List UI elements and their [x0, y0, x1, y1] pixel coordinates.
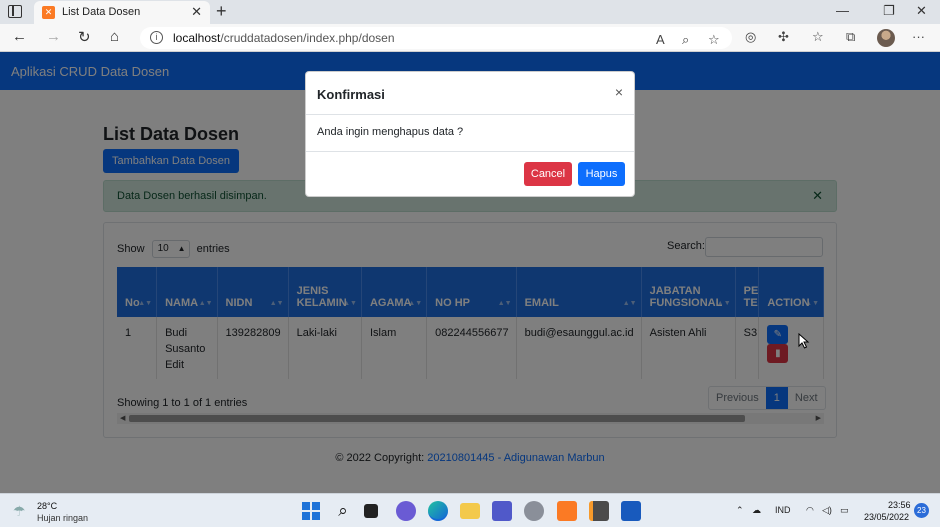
url-text: localhost/cruddatadosen/index.php/dosen	[173, 31, 395, 45]
page-viewport: Aplikasi CRUD Data Dosen List Data Dosen…	[0, 52, 940, 493]
collections-icon[interactable]: ⧉	[846, 29, 855, 45]
url-field[interactable]: i localhost/cruddatadosen/index.php/dose…	[140, 27, 732, 49]
mouse-cursor-icon	[798, 333, 810, 349]
home-icon[interactable]: ⌂	[110, 28, 119, 45]
profile-avatar[interactable]	[877, 29, 895, 47]
favorites-icon[interactable]: ☆	[812, 29, 824, 45]
modal-divider	[306, 114, 634, 115]
browser-tab[interactable]: ✕ List Data Dosen ✕	[34, 1, 210, 24]
modal-divider	[306, 151, 634, 152]
extension-icon[interactable]: ◎	[745, 29, 756, 45]
xampp-icon[interactable]	[557, 501, 577, 521]
task-view-icon[interactable]	[364, 504, 378, 518]
start-icon[interactable]	[301, 501, 321, 521]
word-icon[interactable]	[621, 501, 641, 521]
modal-close-icon[interactable]: ×	[615, 84, 623, 100]
file-explorer-icon[interactable]	[460, 503, 480, 519]
address-bar-row: ← → ↻ ⌂ i localhost/cruddatadosen/index.…	[0, 24, 940, 52]
modal-title: Konfirmasi	[317, 87, 385, 102]
language-indicator[interactable]: IND	[775, 505, 791, 515]
confirm-modal: Konfirmasi × Anda ingin menghapus data ?…	[305, 71, 635, 197]
xampp-favicon-icon: ✕	[42, 6, 55, 19]
weather-temperature[interactable]: 28°C	[37, 501, 57, 511]
hapus-button[interactable]: Hapus	[578, 162, 625, 186]
battery-icon[interactable]: ▭	[840, 505, 849, 516]
tray-chevron-icon[interactable]: ⌃	[736, 505, 744, 516]
edge-icon[interactable]	[428, 501, 448, 521]
more-menu-icon[interactable]: ···	[912, 29, 925, 44]
weather-rain-icon[interactable]: ☂	[13, 503, 26, 520]
forward-icon[interactable]: →	[46, 28, 61, 45]
settings-gear-icon[interactable]	[524, 501, 544, 521]
wifi-icon[interactable]: ◠	[806, 505, 814, 516]
close-window-icon[interactable]: ✕	[916, 3, 927, 19]
onedrive-icon[interactable]: ☁	[752, 505, 761, 516]
restore-icon[interactable]: ❐	[883, 3, 895, 19]
teams-icon[interactable]	[492, 501, 512, 521]
read-aloud-icon[interactable]: A	[656, 32, 665, 47]
minimize-icon[interactable]: —	[836, 3, 849, 18]
puzzle-icon[interactable]: ✣	[778, 29, 789, 45]
back-icon[interactable]: ←	[12, 28, 27, 45]
browser-tab-bar: ✕ List Data Dosen ✕ + — ❐ ✕	[0, 0, 940, 24]
refresh-icon[interactable]: ↻	[78, 28, 91, 46]
sublime-text-icon[interactable]	[589, 501, 609, 521]
tab-close-icon[interactable]: ✕	[191, 4, 202, 20]
weather-description[interactable]: Hujan ringan	[37, 513, 88, 523]
search-icon[interactable]: ⌕	[333, 501, 353, 521]
modal-message: Anda ingin menghapus data ?	[317, 126, 464, 138]
zoom-icon[interactable]: ⌕	[682, 32, 689, 48]
chat-icon[interactable]	[396, 501, 416, 521]
clock-time[interactable]: 23:56	[888, 500, 911, 510]
notification-badge[interactable]: 23	[914, 503, 929, 518]
clock-date[interactable]: 23/05/2022	[864, 512, 909, 522]
site-info-icon[interactable]: i	[150, 31, 163, 44]
volume-icon[interactable]: ◁)	[822, 505, 832, 516]
tab-actions-icon[interactable]	[8, 5, 22, 18]
windows-taskbar: ☂ 28°C Hujan ringan ⌕ ⌃ ☁ IND ◠ ◁) ▭ 23:…	[0, 493, 940, 527]
cancel-button[interactable]: Cancel	[524, 162, 572, 186]
favorite-add-icon[interactable]: ☆	[708, 32, 720, 48]
new-tab-icon[interactable]: +	[216, 1, 227, 22]
tab-title: List Data Dosen	[62, 6, 141, 18]
